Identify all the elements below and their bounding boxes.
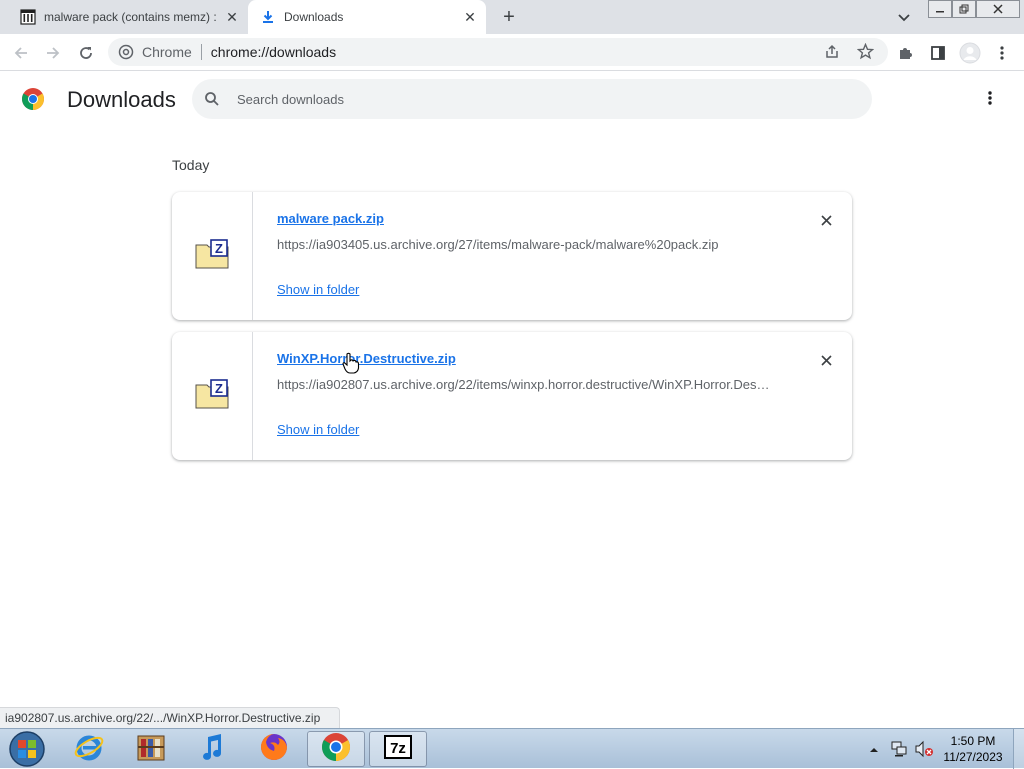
search-downloads-field[interactable]: Search downloads: [192, 79, 872, 119]
remove-item-close-icon[interactable]: [816, 350, 836, 370]
network-icon[interactable]: [890, 740, 908, 758]
sevenzip-icon: 7z: [383, 734, 413, 765]
download-file-link[interactable]: malware pack.zip: [277, 211, 384, 226]
forward-button[interactable]: [40, 40, 66, 66]
restore-button[interactable]: [952, 0, 976, 18]
show-hidden-icons-button[interactable]: [868, 743, 880, 755]
extensions-puzzle-icon[interactable]: [893, 40, 919, 66]
section-date-label: Today: [172, 157, 210, 173]
search-placeholder: Search downloads: [237, 91, 344, 107]
windows-taskbar: 7z 1:50 PM 11/27/2023: [0, 728, 1024, 769]
downloads-header: Downloads Search downloads: [0, 71, 1024, 127]
tab-close-icon[interactable]: ✕: [222, 7, 242, 27]
omnibox-divider: [200, 44, 202, 60]
remove-item-close-icon[interactable]: [816, 210, 836, 230]
close-window-button[interactable]: [976, 0, 1020, 18]
show-in-folder-link[interactable]: Show in folder: [277, 422, 359, 437]
page-title: Downloads: [67, 87, 176, 112]
minimize-button[interactable]: [928, 0, 952, 18]
download-source-url: https://ia902807.us.archive.org/22/items…: [277, 377, 770, 392]
clock-time: 1:50 PM: [950, 734, 996, 748]
svg-text:Z: Z: [215, 241, 223, 256]
file-icon-column: Z: [172, 332, 253, 460]
tab-close-icon[interactable]: ✕: [460, 7, 480, 27]
more-actions-icon[interactable]: [980, 90, 1000, 108]
tab-downloads[interactable]: Downloads ✕: [248, 0, 486, 34]
profile-avatar[interactable]: [957, 40, 983, 66]
archive-books-icon: [135, 731, 167, 768]
firefox-icon: [258, 731, 290, 768]
taskbar-itunes[interactable]: [183, 731, 241, 767]
chrome-taskbar-icon: [320, 731, 352, 768]
internet-explorer-icon: [73, 731, 105, 768]
status-bubble: ia902807.us.archive.org/22/.../WinXP.Hor…: [0, 707, 340, 729]
chrome-icon: [118, 44, 134, 60]
search-icon: [204, 91, 220, 107]
tab-search-icon[interactable]: [896, 9, 914, 25]
taskbar-7zip[interactable]: 7z: [369, 731, 427, 767]
bookmark-star-icon[interactable]: [856, 42, 875, 61]
tab-malware-pack[interactable]: malware pack (contains memz) : ✕: [8, 0, 248, 34]
hand-cursor-icon: [342, 352, 360, 374]
svg-text:Z: Z: [215, 381, 223, 396]
system-clock[interactable]: 1:50 PM 11/27/2023: [935, 733, 1011, 765]
taskbar-archive-app[interactable]: [122, 731, 180, 767]
url-text: chrome://downloads: [210, 44, 337, 60]
archive-org-icon: [20, 9, 36, 25]
side-panel-icon[interactable]: [925, 40, 951, 66]
taskbar-chrome[interactable]: [307, 731, 365, 767]
back-button[interactable]: [8, 40, 34, 66]
download-item: Z WinXP.Horror.Destructive.zip https://i…: [172, 332, 852, 460]
show-in-folder-link[interactable]: Show in folder: [277, 282, 359, 297]
volume-muted-icon[interactable]: [914, 740, 934, 758]
tab-strip: malware pack (contains memz) : ✕ Downloa…: [0, 0, 1024, 34]
tab-title: Downloads: [284, 10, 344, 24]
show-desktop-button[interactable]: [1013, 729, 1024, 769]
address-bar[interactable]: Chrome chrome://downloads: [108, 38, 888, 66]
share-icon[interactable]: [824, 44, 840, 60]
file-icon-column: Z: [172, 192, 253, 320]
reload-button[interactable]: [73, 40, 99, 66]
clock-date: 11/27/2023: [943, 750, 1003, 764]
browser-toolbar: Chrome chrome://downloads: [0, 34, 1024, 71]
music-note-icon: [196, 731, 228, 768]
new-tab-button[interactable]: +: [498, 6, 520, 28]
download-item: Z malware pack.zip https://ia903405.us.a…: [172, 192, 852, 320]
taskbar-internet-explorer[interactable]: [60, 731, 118, 767]
taskbar-firefox[interactable]: [245, 731, 303, 767]
svg-text:7z: 7z: [390, 740, 406, 757]
zip-file-icon: Z: [195, 378, 229, 414]
site-label: Chrome: [142, 44, 192, 60]
tab-title: malware pack (contains memz) :: [44, 10, 217, 24]
chrome-logo-icon: [21, 87, 45, 111]
browser-menu-icon[interactable]: [989, 40, 1015, 66]
download-icon: [260, 9, 276, 25]
download-source-url: https://ia903405.us.archive.org/27/items…: [277, 237, 719, 252]
download-file-link[interactable]: WinXP.Horror.Destructive.zip: [277, 351, 456, 366]
zip-file-icon: Z: [195, 238, 229, 274]
start-button[interactable]: [4, 729, 50, 769]
